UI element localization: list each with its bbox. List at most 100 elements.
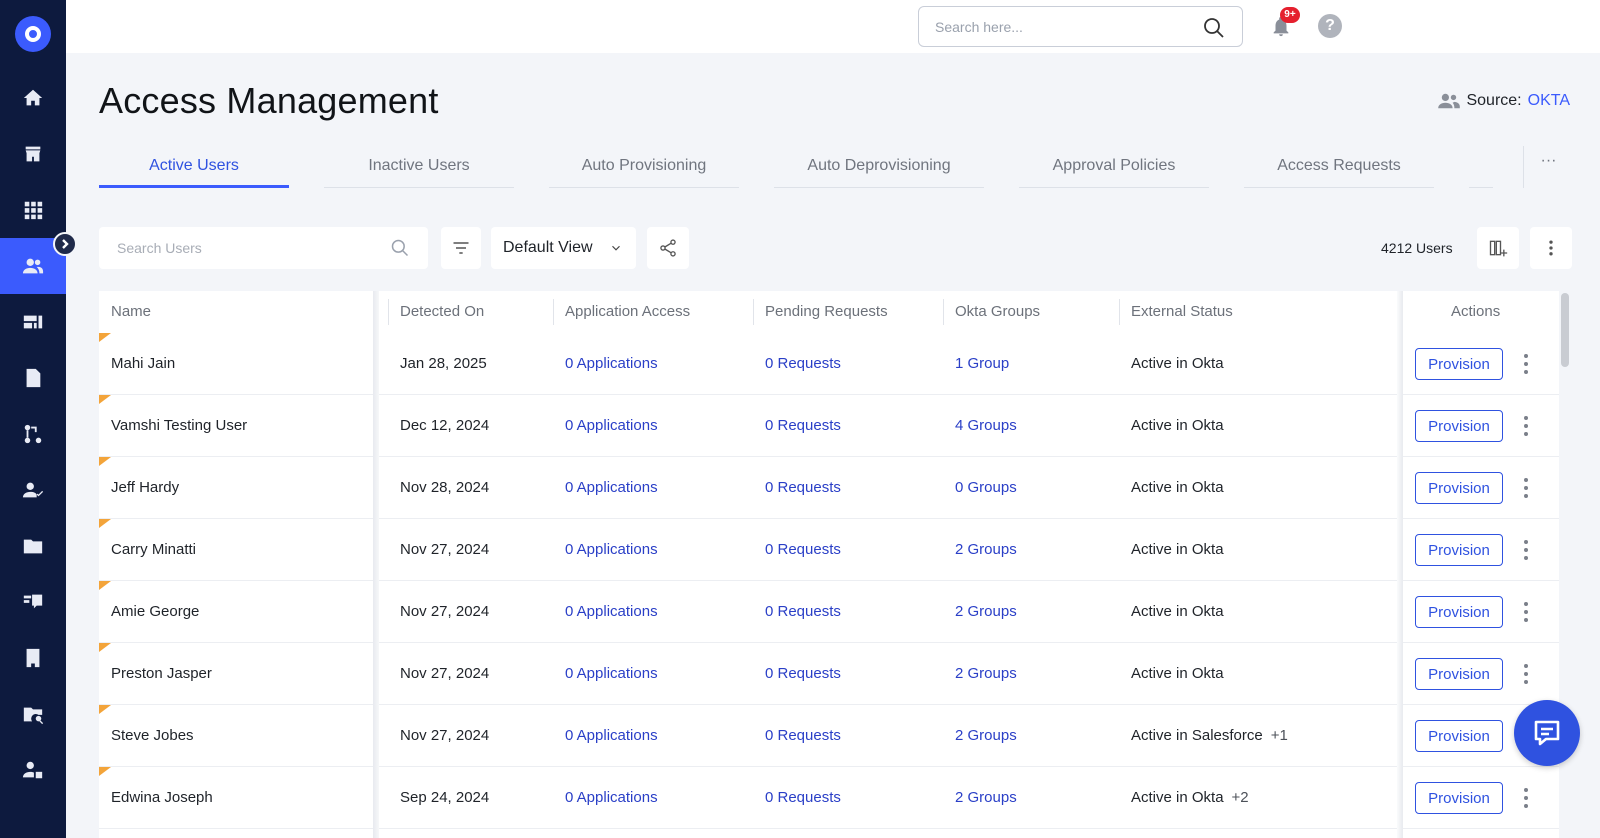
- document-icon[interactable]: [0, 350, 66, 406]
- cell-okta-groups[interactable]: 2 Groups: [955, 705, 1017, 767]
- column-divider[interactable]: [753, 299, 754, 325]
- tabs-more-button[interactable]: ···: [1523, 146, 1573, 188]
- row-menu-icon[interactable]: [1521, 414, 1531, 438]
- provision-button[interactable]: Provision: [1415, 348, 1503, 380]
- cell-okta-groups[interactable]: 1 Group: [955, 333, 1009, 395]
- cell-application-access[interactable]: 0 Applications: [565, 643, 658, 705]
- table-row[interactable]: Steve Jobes Nov 27, 2024 0 Applications 0 R…: [99, 705, 1559, 767]
- workflow-icon[interactable]: [0, 406, 66, 462]
- header-pending-requests[interactable]: Pending Requests: [765, 291, 888, 333]
- cell-pending-requests[interactable]: 0 Requests: [765, 581, 841, 643]
- row-menu-icon[interactable]: [1521, 662, 1531, 686]
- row-menu-icon[interactable]: [1521, 538, 1531, 562]
- cell-pending-requests[interactable]: 0 Requests: [765, 333, 841, 395]
- feedback-icon[interactable]: [0, 574, 66, 630]
- tab-active-users[interactable]: Active Users: [99, 150, 289, 188]
- header-application-access[interactable]: Application Access: [565, 291, 690, 333]
- cell-application-access[interactable]: 0 Applications: [565, 333, 658, 395]
- provision-button[interactable]: Provision: [1415, 534, 1503, 566]
- view-select[interactable]: Default View: [491, 227, 636, 269]
- cell-okta-groups[interactable]: 4 Groups: [955, 395, 1017, 457]
- header-external-status[interactable]: External Status: [1131, 291, 1233, 333]
- row-menu-icon[interactable]: [1521, 476, 1531, 500]
- search-users[interactable]: [99, 227, 428, 269]
- cell-okta-groups[interactable]: 2 Groups: [955, 519, 1017, 581]
- cell-application-access[interactable]: 0 Applications: [565, 705, 658, 767]
- table-scrollbar[interactable]: [1561, 293, 1569, 367]
- provision-button[interactable]: Provision: [1415, 782, 1503, 814]
- header-name[interactable]: Name: [111, 291, 151, 333]
- folder-icon[interactable]: [0, 518, 66, 574]
- cell-application-access[interactable]: 0 Applications: [565, 519, 658, 581]
- table-row[interactable]: Jeff Hardy Nov 28, 2024 0 Applications 0 Re…: [99, 457, 1559, 519]
- store-icon[interactable]: [0, 126, 66, 182]
- apps-grid-icon[interactable]: [0, 182, 66, 238]
- user-check-icon[interactable]: [0, 462, 66, 518]
- provision-button[interactable]: Provision: [1415, 472, 1503, 504]
- user-settings-icon[interactable]: [0, 742, 66, 798]
- row-flag-marker: [99, 395, 111, 404]
- provision-button[interactable]: Provision: [1415, 596, 1503, 628]
- more-options-button[interactable]: [1530, 227, 1572, 269]
- cell-okta-groups[interactable]: 2 Groups: [955, 767, 1017, 829]
- external-status-text: Active in Okta: [1131, 789, 1224, 806]
- provision-button[interactable]: Provision: [1415, 410, 1503, 442]
- cell-okta-groups[interactable]: 0 Groups: [955, 457, 1017, 519]
- row-menu-icon[interactable]: [1521, 600, 1531, 624]
- cell-pending-requests[interactable]: 0 Requests: [765, 395, 841, 457]
- tab-approval-policies[interactable]: Approval Policies: [1019, 150, 1209, 188]
- cell-application-access[interactable]: 0 Applications: [565, 767, 658, 829]
- app-logo[interactable]: [15, 16, 51, 52]
- cell-application-access[interactable]: 0 Applications: [565, 395, 658, 457]
- global-search[interactable]: [918, 6, 1243, 47]
- filter-button[interactable]: [441, 227, 481, 269]
- header-okta-groups[interactable]: Okta Groups: [955, 291, 1040, 333]
- share-button[interactable]: [647, 227, 689, 269]
- cell-pending-requests[interactable]: 0 Requests: [765, 705, 841, 767]
- cell-pending-requests[interactable]: 0 Requests: [765, 643, 841, 705]
- external-status-more[interactable]: +1: [1271, 727, 1288, 744]
- dashboard-icon[interactable]: [0, 294, 66, 350]
- tab-access-requests[interactable]: Access Requests: [1244, 150, 1434, 188]
- cell-okta-groups[interactable]: 2 Groups: [955, 581, 1017, 643]
- source-value[interactable]: OKTA: [1528, 92, 1570, 110]
- column-divider[interactable]: [943, 299, 944, 325]
- cell-okta-groups[interactable]: 2 Groups: [955, 643, 1017, 705]
- search-users-input[interactable]: [117, 240, 367, 256]
- cell-pending-requests[interactable]: 0 Requests: [765, 519, 841, 581]
- row-flag-marker: [99, 457, 111, 466]
- header-detected-on[interactable]: Detected On: [400, 291, 484, 333]
- help-icon[interactable]: ?: [1318, 14, 1342, 38]
- cell-application-access[interactable]: 0 Applications: [565, 457, 658, 519]
- table-row[interactable]: Vamshi Testing User Dec 12, 2024 0 Applica…: [99, 395, 1559, 457]
- column-divider[interactable]: [553, 299, 554, 325]
- home-icon[interactable]: [0, 70, 66, 126]
- table-row[interactable]: Edwina Joseph Sep 24, 2024 0 Applications 0…: [99, 767, 1559, 829]
- row-flag-marker: [99, 767, 111, 776]
- column-divider[interactable]: [1119, 299, 1120, 325]
- building-icon[interactable]: [0, 630, 66, 686]
- table-row[interactable]: Preston Jasper Nov 27, 2024 0 Applications…: [99, 643, 1559, 705]
- search-icon[interactable]: [1202, 16, 1226, 40]
- cell-pending-requests[interactable]: 0 Requests: [765, 457, 841, 519]
- folder-search-icon[interactable]: [0, 686, 66, 742]
- tab-auto-deprovisioning[interactable]: Auto Deprovisioning: [774, 150, 984, 188]
- sidebar-collapse-button[interactable]: [53, 232, 77, 256]
- columns-button[interactable]: [1477, 227, 1519, 269]
- search-icon[interactable]: [390, 238, 410, 258]
- provision-button[interactable]: Provision: [1415, 658, 1503, 690]
- external-status-more[interactable]: +2: [1232, 789, 1249, 806]
- table-row[interactable]: Carry Minatti Nov 27, 2024 0 Applications 0…: [99, 519, 1559, 581]
- cell-application-access[interactable]: 0 Applications: [565, 581, 658, 643]
- cell-pending-requests[interactable]: 0 Requests: [765, 767, 841, 829]
- provision-button[interactable]: Provision: [1415, 720, 1503, 752]
- chat-button[interactable]: [1514, 700, 1580, 766]
- table-row[interactable]: Amie George Nov 27, 2024 0 Applications 0 R…: [99, 581, 1559, 643]
- column-divider[interactable]: [388, 299, 389, 325]
- global-search-input[interactable]: [935, 19, 1185, 35]
- tab-auto-provisioning[interactable]: Auto Provisioning: [549, 150, 739, 188]
- row-menu-icon[interactable]: [1521, 352, 1531, 376]
- table-row[interactable]: Mahi Jain Jan 28, 2025 0 Applications 0 Req…: [99, 333, 1559, 395]
- tab-inactive-users[interactable]: Inactive Users: [324, 150, 514, 188]
- row-menu-icon[interactable]: [1521, 786, 1531, 810]
